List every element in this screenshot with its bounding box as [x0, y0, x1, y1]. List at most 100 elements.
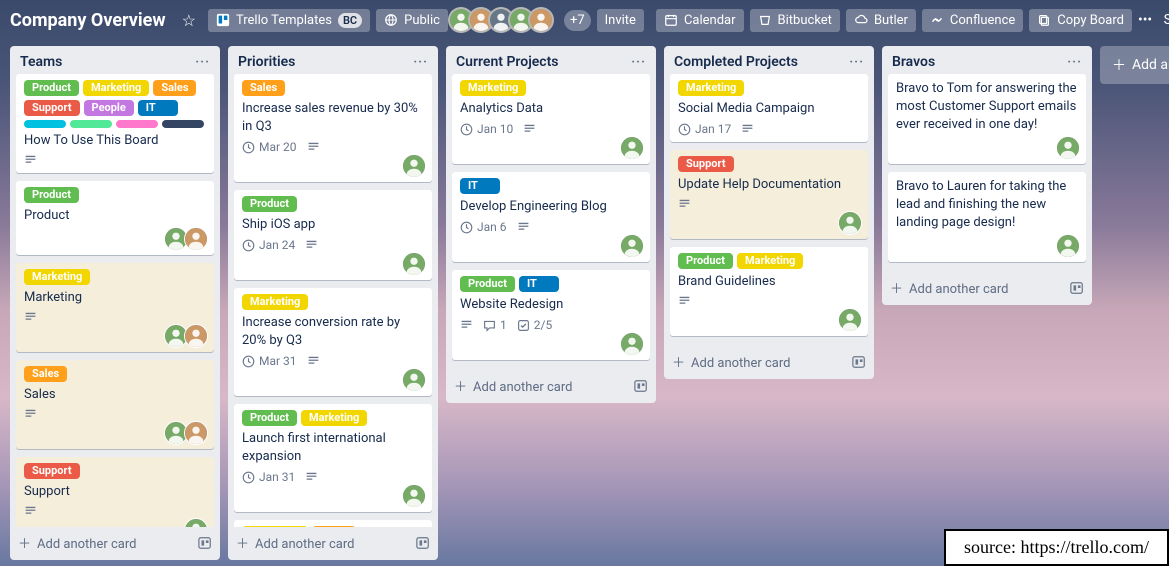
card[interactable]: Support Update Help Documentation — [670, 150, 868, 239]
card-label[interactable] — [24, 120, 66, 128]
template-icon[interactable] — [198, 536, 212, 550]
avatar[interactable] — [402, 368, 426, 392]
add-card-button[interactable]: ＋Add another card — [10, 527, 220, 560]
avatar[interactable] — [620, 136, 644, 160]
card-label[interactable]: Marketing — [678, 80, 744, 96]
card-label[interactable]: Marketing — [24, 269, 90, 285]
template-icon[interactable] — [852, 355, 866, 369]
template-icon[interactable] — [416, 536, 430, 550]
list-cards[interactable]: Marketing Social Media Campaign Jan 17 S… — [664, 74, 874, 346]
avatar[interactable] — [184, 324, 208, 348]
avatar[interactable] — [184, 227, 208, 251]
card[interactable]: Sales Sales — [16, 360, 214, 449]
card[interactable]: Bravo to Lauren for taking the lead and … — [888, 172, 1086, 262]
list-title[interactable]: Current Projects — [456, 54, 559, 70]
list-menu-icon[interactable]: ··· — [631, 55, 646, 70]
list-cards[interactable]: ProductMarketingSalesSupportPeopleIT How… — [10, 74, 220, 527]
card-label[interactable]: Sales — [153, 80, 196, 96]
card-label[interactable]: IT — [460, 178, 500, 194]
avatar[interactable] — [402, 252, 426, 276]
card-label[interactable] — [70, 120, 112, 128]
card-label[interactable]: Product — [678, 253, 733, 269]
card-label[interactable]: Marketing — [460, 80, 526, 96]
card-label[interactable]: Sales — [312, 526, 355, 527]
list-menu-icon[interactable]: ··· — [195, 55, 210, 70]
avatar[interactable] — [402, 154, 426, 178]
card-label[interactable]: Marketing — [242, 294, 308, 310]
list-cards[interactable]: Bravo to Tom for answering the most Cust… — [882, 74, 1092, 272]
avatar[interactable] — [528, 7, 554, 33]
card-label[interactable] — [162, 120, 204, 128]
list-menu-icon[interactable]: ··· — [1067, 55, 1082, 70]
card-label[interactable]: Product — [242, 196, 297, 212]
card-label[interactable]: People — [84, 100, 134, 116]
avatar[interactable] — [184, 421, 208, 445]
card[interactable]: Bravo to Tom for answering the most Cust… — [888, 74, 1086, 164]
add-card-button[interactable]: ＋Add another card — [882, 272, 1092, 305]
card[interactable]: Product Product — [16, 181, 214, 255]
card-label[interactable]: Product — [242, 410, 297, 426]
card-label[interactable]: Support — [678, 156, 734, 172]
card-label[interactable]: Sales — [24, 366, 67, 382]
card-label[interactable]: Product — [24, 80, 79, 96]
card[interactable]: ProductMarketing Launch first internatio… — [234, 404, 432, 512]
card[interactable]: Product Ship iOS app Jan 24 — [234, 190, 432, 280]
butler-button[interactable]: Butler — [846, 9, 916, 32]
card[interactable]: ProductIT Website Redesign 12/5 — [452, 270, 650, 360]
card[interactable]: Marketing Marketing — [16, 263, 214, 352]
board-canvas[interactable]: Teams ··· ProductMarketingSalesSupportPe… — [0, 40, 1169, 566]
list-title[interactable]: Priorities — [238, 54, 295, 70]
avatar[interactable] — [402, 484, 426, 508]
board-title[interactable]: Company Overview — [10, 10, 166, 31]
template-icon[interactable] — [634, 379, 648, 393]
card-label[interactable]: Marketing — [242, 526, 308, 527]
add-card-button[interactable]: ＋Add another card — [446, 370, 656, 403]
avatar[interactable] — [838, 308, 862, 332]
card-label[interactable]: IT — [519, 276, 559, 292]
list-menu-icon[interactable]: ··· — [849, 55, 864, 70]
card-label[interactable]: Marketing — [83, 80, 149, 96]
calendar-button[interactable]: Calendar — [656, 9, 744, 32]
avatar[interactable] — [1056, 234, 1080, 258]
list-title[interactable]: Teams — [20, 54, 62, 70]
extra-members[interactable]: +7 — [564, 10, 591, 31]
show-menu-button[interactable]: ••• Show Menu — [1138, 12, 1169, 28]
bitbucket-button[interactable]: Bitbucket — [750, 9, 840, 32]
team-button[interactable]: Trello Templates BC — [208, 9, 370, 32]
star-icon[interactable]: ☆ — [176, 9, 202, 32]
card-label[interactable] — [116, 120, 158, 128]
card[interactable]: MarketingSales Test new messaging for SM… — [234, 520, 432, 527]
card-label[interactable]: Support — [24, 463, 80, 479]
card-label[interactable]: Sales — [242, 80, 285, 96]
avatar[interactable] — [620, 234, 644, 258]
confluence-button[interactable]: Confluence — [922, 9, 1023, 32]
add-card-button[interactable]: ＋Add another card — [664, 346, 874, 379]
card[interactable]: Marketing Increase conversion rate by 20… — [234, 288, 432, 396]
card[interactable]: Support Support — [16, 457, 214, 527]
card-label[interactable]: Marketing — [737, 253, 803, 269]
card[interactable]: IT Develop Engineering Blog Jan 6 — [452, 172, 650, 262]
card[interactable]: Marketing Analytics Data Jan 10 — [452, 74, 650, 164]
copy-board-button[interactable]: Copy Board — [1029, 9, 1132, 32]
card[interactable]: Sales Increase sales revenue by 30% in Q… — [234, 74, 432, 182]
card-label[interactable]: IT — [138, 100, 178, 116]
card-label[interactable]: Marketing — [301, 410, 367, 426]
card[interactable]: ProductMarketingSalesSupportPeopleIT How… — [16, 74, 214, 173]
card-label[interactable]: Product — [24, 187, 79, 203]
add-card-button[interactable]: ＋Add another card — [228, 527, 438, 560]
add-list-button[interactable]: ＋Add anot — [1100, 46, 1169, 84]
card-label[interactable]: Product — [460, 276, 515, 292]
avatar[interactable] — [838, 211, 862, 235]
list-cards[interactable]: Marketing Analytics Data Jan 10 IT Devel… — [446, 74, 656, 370]
list-menu-icon[interactable]: ··· — [413, 55, 428, 70]
avatar[interactable] — [620, 332, 644, 356]
invite-button[interactable]: Invite — [597, 9, 644, 32]
list-cards[interactable]: Sales Increase sales revenue by 30% in Q… — [228, 74, 438, 527]
visibility-button[interactable]: Public — [376, 9, 448, 32]
avatar[interactable] — [184, 518, 208, 527]
board-member-avatars[interactable] — [454, 7, 554, 33]
card[interactable]: ProductMarketing Brand Guidelines — [670, 247, 868, 336]
card[interactable]: Marketing Social Media Campaign Jan 17 — [670, 74, 868, 142]
list-title[interactable]: Bravos — [892, 54, 935, 70]
template-icon[interactable] — [1070, 281, 1084, 295]
